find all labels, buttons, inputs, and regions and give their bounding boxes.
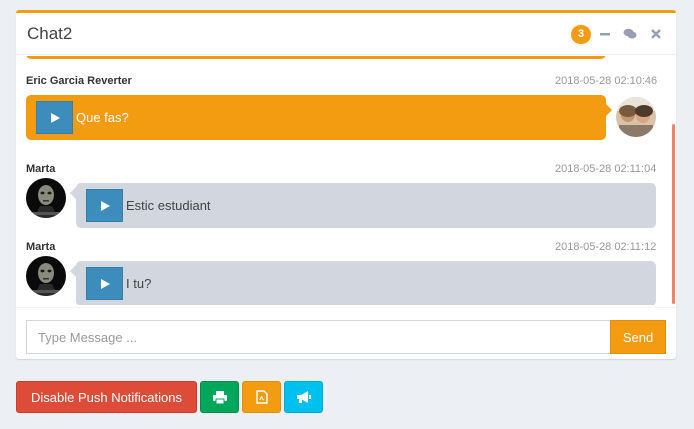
previous-message-bubble bbox=[26, 56, 606, 59]
message-bubble: I tu? bbox=[76, 261, 656, 305]
play-icon bbox=[100, 278, 110, 289]
bullhorn-icon bbox=[297, 390, 311, 403]
play-audio-button[interactable] bbox=[86, 267, 123, 300]
print-button[interactable] bbox=[200, 381, 239, 413]
bubble-arrow bbox=[606, 104, 612, 116]
chat-box: Chat2 3 Eric Garcia Reverter 2018-05-28 … bbox=[16, 10, 676, 359]
play-audio-button[interactable] bbox=[86, 189, 123, 222]
scrollbar[interactable] bbox=[672, 124, 675, 304]
message-time: 2018-05-28 02:10:46 bbox=[555, 75, 658, 87]
send-button[interactable]: Send bbox=[610, 320, 666, 354]
avatar bbox=[26, 178, 66, 218]
minus-icon bbox=[600, 33, 610, 36]
close-icon bbox=[651, 29, 661, 39]
message-time: 2018-05-28 02:11:12 bbox=[555, 241, 657, 253]
chat-title: Chat2 bbox=[27, 24, 73, 43]
avatar bbox=[26, 256, 66, 296]
play-icon bbox=[50, 112, 60, 123]
message-author: Eric Garcia Reverter bbox=[26, 75, 132, 87]
message-text: I tu? bbox=[126, 276, 152, 291]
file-pdf-icon bbox=[255, 390, 268, 404]
chat-messages[interactable]: Eric Garcia Reverter 2018-05-28 02:10:46… bbox=[16, 56, 676, 305]
chat-header: Chat2 3 bbox=[16, 13, 676, 55]
message-bubble: Estic estudiant bbox=[76, 183, 656, 228]
disable-push-notifications-button[interactable]: Disable Push Notifications bbox=[16, 381, 197, 413]
message-input[interactable] bbox=[26, 320, 610, 354]
disable-push-label: Disable Push Notifications bbox=[30, 389, 183, 405]
print-icon bbox=[212, 390, 227, 404]
comments-icon bbox=[623, 28, 637, 39]
message-author: Marta bbox=[26, 241, 56, 253]
play-audio-button[interactable] bbox=[36, 101, 73, 134]
close-button[interactable] bbox=[646, 24, 666, 44]
contacts-button[interactable] bbox=[620, 24, 640, 44]
new-messages-badge: 3 bbox=[571, 25, 591, 44]
message-time: 2018-05-28 02:11:04 bbox=[555, 163, 657, 175]
message-bubble: Que fas? bbox=[26, 95, 606, 140]
export-pdf-button[interactable] bbox=[242, 381, 281, 413]
message-text: Estic estudiant bbox=[126, 198, 211, 213]
chat-footer: Send bbox=[16, 307, 676, 359]
collapse-button[interactable] bbox=[595, 24, 615, 44]
message-author: Marta bbox=[26, 163, 56, 175]
announce-button[interactable] bbox=[284, 381, 323, 413]
play-icon bbox=[100, 200, 110, 211]
message-text: Que fas? bbox=[76, 110, 129, 125]
avatar bbox=[616, 97, 656, 137]
